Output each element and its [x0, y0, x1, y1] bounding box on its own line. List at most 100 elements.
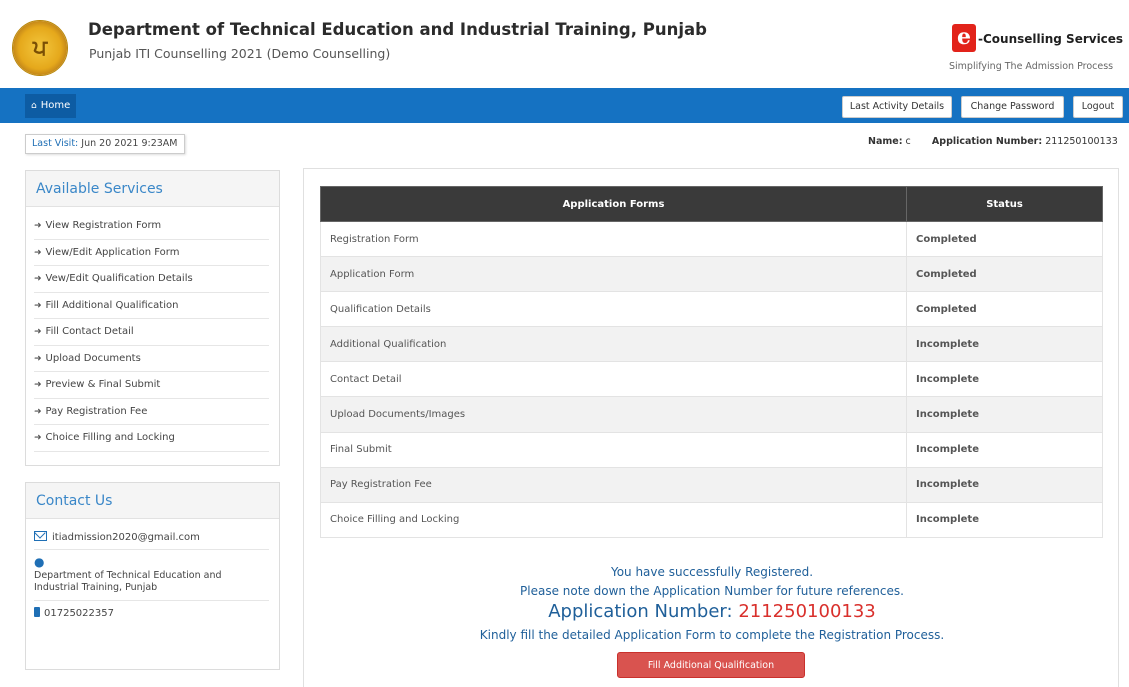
mobile-phone-icon [34, 607, 40, 617]
status-badge: Incomplete [906, 361, 1103, 398]
form-name: Contact Detail [320, 361, 907, 398]
arrow-right-icon: ➜ [34, 274, 42, 284]
table-row: Pay Registration Fee Incomplete [320, 466, 1103, 503]
form-name: Choice Filling and Locking [320, 501, 907, 538]
change-password-button[interactable]: Change Password [961, 96, 1064, 118]
available-services-panel: Available Services ➜ View Registration Fo… [25, 170, 280, 466]
service-preview-final-submit[interactable]: ➜ Preview & Final Submit [34, 372, 269, 399]
brand-letter-icon: e [952, 24, 976, 52]
arrow-right-icon: ➜ [34, 300, 42, 311]
application-number-display: Application Number: 211250100133 [304, 601, 1120, 622]
service-label: View/Edit Application Form [45, 246, 180, 258]
status-badge: Completed [906, 220, 1103, 258]
note-message: Please note down the Application Number … [520, 584, 904, 598]
service-label: Preview & Final Submit [45, 379, 161, 390]
last-visit-value: Jun 20 2021 9:23AM [81, 138, 178, 149]
brand-name: -Counselling Services [978, 32, 1124, 46]
name-value: c [905, 136, 911, 147]
last-visit-label: Last Visit: [32, 138, 79, 149]
status-badge: Completed [906, 256, 1103, 293]
nav-bar: ⌂ Home Last Activity Details Change Pass… [0, 88, 1129, 123]
service-upload-documents[interactable]: ➜ Upload Documents [34, 346, 269, 372]
form-name: Registration Form [320, 220, 907, 258]
contact-address: Department of Technical Education and In… [34, 570, 222, 593]
form-name: Upload Documents/Images [320, 396, 907, 433]
table-header-row: Application Forms Status [320, 186, 1103, 222]
service-label: Choice Filling and Locking [45, 432, 175, 443]
home-icon: ⌂ [31, 101, 37, 111]
department-logo: ਪ [12, 20, 68, 76]
status-badge: Incomplete [906, 396, 1103, 433]
column-header-forms: Application Forms [320, 186, 907, 222]
arrow-right-icon: ➜ [34, 221, 42, 231]
form-name: Pay Registration Fee [320, 466, 907, 503]
service-view-registration-form[interactable]: ➜ View Registration Form [34, 213, 269, 240]
table-row: Qualification Details Completed [320, 291, 1103, 328]
application-number-caption: Application Number: [548, 601, 733, 622]
logout-button[interactable]: Logout [1073, 96, 1123, 118]
contact-phone: 01725022357 [44, 608, 114, 619]
arrow-right-icon: ➜ [34, 327, 42, 337]
form-name: Additional Qualification [320, 326, 907, 363]
contact-email-row: itiadmission2020@gmail.com [34, 525, 269, 550]
instruction-message: Kindly fill the detailed Application For… [479, 628, 945, 642]
service-choice-filling[interactable]: ➜ Choice Filling and Locking [34, 425, 269, 452]
fill-additional-qualification-button[interactable]: Fill Additional Qualification [617, 652, 805, 678]
status-badge: Incomplete [906, 501, 1103, 538]
application-number-value: 211250100133 [1045, 136, 1118, 147]
last-activity-button[interactable]: Last Activity Details [842, 96, 952, 118]
service-edit-qualification-details[interactable]: ➜ Vew/Edit Qualification Details [34, 266, 269, 293]
form-name: Final Submit [320, 431, 907, 468]
service-label: Pay Registration Fee [45, 405, 148, 417]
status-badge: Completed [906, 291, 1103, 328]
brand-tagline: Simplifying The Admission Process [949, 61, 1114, 72]
service-edit-application-form[interactable]: ➜ View/Edit Application Form [34, 240, 269, 266]
services-list: ➜ View Registration Form ➜ View/Edit Appli… [26, 207, 279, 456]
status-badge: Incomplete [906, 431, 1103, 468]
map-marker-icon: ● [34, 555, 45, 569]
main-content: Application Forms Status Registration Fo… [303, 168, 1119, 687]
arrow-right-icon: ➜ [34, 406, 42, 417]
service-fill-contact-detail[interactable]: ➜ Fill Contact Detail [34, 319, 269, 346]
column-header-status: Status [906, 186, 1103, 222]
name-label: Name: [868, 136, 903, 147]
arrow-right-icon: ➜ [34, 433, 42, 443]
form-name: Qualification Details [320, 291, 907, 328]
envelope-icon [34, 531, 47, 541]
application-forms-table: Application Forms Status Registration Fo… [320, 186, 1103, 538]
brand-logo: e -Counselling Services Simplifying The … [949, 24, 1123, 74]
service-label: Upload Documents [45, 352, 141, 364]
home-link[interactable]: ⌂ Home [25, 94, 77, 118]
user-info: Name: c Application Number: 211250100133 [868, 136, 1118, 147]
table-row: Registration Form Completed [320, 220, 1103, 258]
status-badge: Incomplete [906, 466, 1103, 503]
contact-address-row: ● Department of Technical Education and … [34, 550, 269, 601]
arrow-right-icon: ➜ [34, 380, 42, 390]
table-row: Application Form Completed [320, 256, 1103, 293]
department-title: Department of Technical Education and In… [88, 20, 707, 39]
arrow-right-icon: ➜ [34, 247, 42, 258]
table-row: Additional Qualification Incomplete [320, 326, 1103, 363]
table-row: Upload Documents/Images Incomplete [320, 396, 1103, 433]
contact-phone-row: 01725022357 [34, 601, 269, 625]
table-row: Final Submit Incomplete [320, 431, 1103, 468]
application-number-big: 211250100133 [738, 601, 876, 622]
contact-us-panel: Contact Us itiadmission2020@gmail.com ● … [25, 482, 280, 670]
logo-glyph: ਪ [32, 35, 48, 61]
available-services-title: Available Services [26, 171, 279, 207]
table-row: Choice Filling and Locking Incomplete [320, 501, 1103, 538]
form-name: Application Form [320, 256, 907, 293]
service-label: Fill Contact Detail [45, 326, 134, 337]
service-fill-additional-qualification[interactable]: ➜ Fill Additional Qualification [34, 293, 269, 319]
service-label: View Registration Form [45, 220, 162, 231]
status-badge: Incomplete [906, 326, 1103, 363]
service-label: Vew/Edit Qualification Details [45, 273, 193, 284]
service-pay-registration-fee[interactable]: ➜ Pay Registration Fee [34, 399, 269, 425]
contact-body: itiadmission2020@gmail.com ● Department … [26, 519, 279, 631]
service-label: Fill Additional Qualification [45, 299, 179, 311]
contact-us-title: Contact Us [26, 483, 279, 519]
page-header: ਪ Department of Technical Education and … [0, 0, 1129, 88]
contact-email[interactable]: itiadmission2020@gmail.com [52, 532, 200, 543]
home-label: Home [40, 100, 71, 111]
application-number-label: Application Number: [931, 136, 1043, 147]
